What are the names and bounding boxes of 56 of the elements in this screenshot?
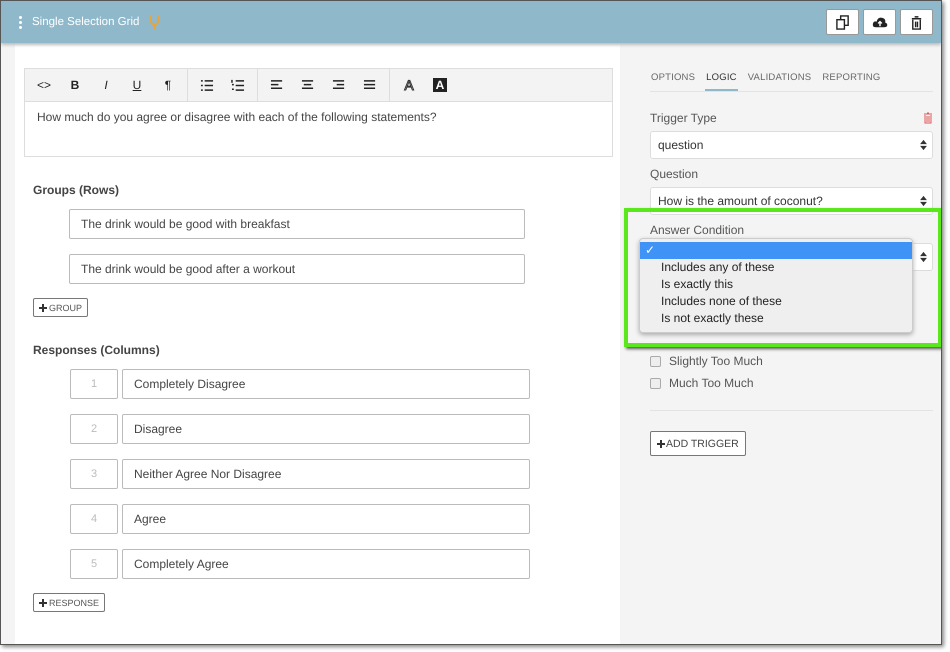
- menu-item[interactable]: Includes none of these: [640, 293, 912, 310]
- trigger-type-select[interactable]: question: [650, 131, 933, 159]
- drag-handle-icon[interactable]: [19, 16, 22, 28]
- plus-icon: [39, 598, 47, 606]
- response-input[interactable]: Completely Disagree: [122, 369, 530, 399]
- paragraph-button[interactable]: ¶: [161, 78, 175, 92]
- response-input[interactable]: Neither Agree Nor Disagree: [122, 459, 530, 489]
- underline-button[interactable]: U: [130, 78, 144, 92]
- response-input[interactable]: Agree: [122, 504, 530, 534]
- italic-button[interactable]: I: [99, 78, 113, 92]
- group-input[interactable]: The drink would be good after a workout: [69, 254, 525, 284]
- tab[interactable]: REPORTING: [821, 67, 882, 91]
- add-trigger-button[interactable]: ADD TRIGGER: [650, 431, 746, 456]
- group-input[interactable]: The drink would be good with breakfast: [69, 209, 525, 239]
- dropdown-arrows-icon[interactable]: [920, 139, 927, 151]
- align-right-icon[interactable]: [332, 78, 346, 92]
- trash-button[interactable]: [900, 9, 933, 35]
- question-text: How much do you agree or disagree with each of the following statements?: [36, 109, 438, 126]
- bulleted-list-icon[interactable]: [200, 78, 214, 92]
- dropdown-arrows-icon[interactable]: [920, 251, 927, 263]
- justify-icon[interactable]: [363, 78, 377, 92]
- dropdown-arrows-icon[interactable]: [920, 195, 927, 207]
- highlight-button[interactable]: A: [433, 78, 447, 92]
- cloud-upload-button[interactable]: [863, 9, 896, 35]
- menu-item[interactable]: Includes any of these: [640, 259, 912, 276]
- menu-item[interactable]: Is not exactly these: [640, 310, 912, 327]
- field-label: Trigger Type: [650, 111, 717, 125]
- copy-button[interactable]: [826, 9, 859, 35]
- checkbox-label: Much Too Much: [669, 376, 754, 390]
- align-left-icon[interactable]: [270, 78, 284, 92]
- align-center-icon[interactable]: [301, 78, 315, 92]
- plus-icon: [39, 304, 47, 312]
- checkbox-label: Slightly Too Much: [669, 354, 763, 368]
- checkbox[interactable]: [650, 356, 661, 366]
- tab[interactable]: OPTIONS: [650, 67, 696, 91]
- add-response-button[interactable]: RESPONSE: [33, 593, 106, 612]
- response-input[interactable]: Completely Agree: [122, 549, 530, 579]
- numbered-list-icon[interactable]: [231, 78, 245, 92]
- bold-button[interactable]: B: [68, 78, 82, 92]
- question-title: Single Selection Grid: [32, 16, 140, 28]
- add-group-button[interactable]: GROUP: [33, 298, 88, 317]
- checkbox[interactable]: [650, 378, 661, 388]
- plus-icon: [657, 440, 665, 448]
- field-label: Question: [650, 167, 700, 181]
- tab[interactable]: LOGIC: [705, 67, 738, 91]
- field-label: Answer Condition: [650, 223, 746, 237]
- section-title: Responses (Columns): [33, 343, 161, 357]
- copy-icon[interactable]: [834, 14, 850, 30]
- text-editor[interactable]: <> B I U ¶ A A How much do you agree or disagree with each of the following statements?: [24, 68, 613, 157]
- menu-item[interactable]: Is exactly this: [640, 276, 912, 293]
- cloud-upload-icon[interactable]: [872, 14, 888, 30]
- font-color-button[interactable]: A: [402, 77, 416, 93]
- response-input[interactable]: Disagree: [122, 414, 530, 444]
- code-button[interactable]: <>: [37, 78, 51, 92]
- tab[interactable]: VALIDATIONS: [746, 67, 812, 91]
- section-title: Groups (Rows): [33, 183, 120, 197]
